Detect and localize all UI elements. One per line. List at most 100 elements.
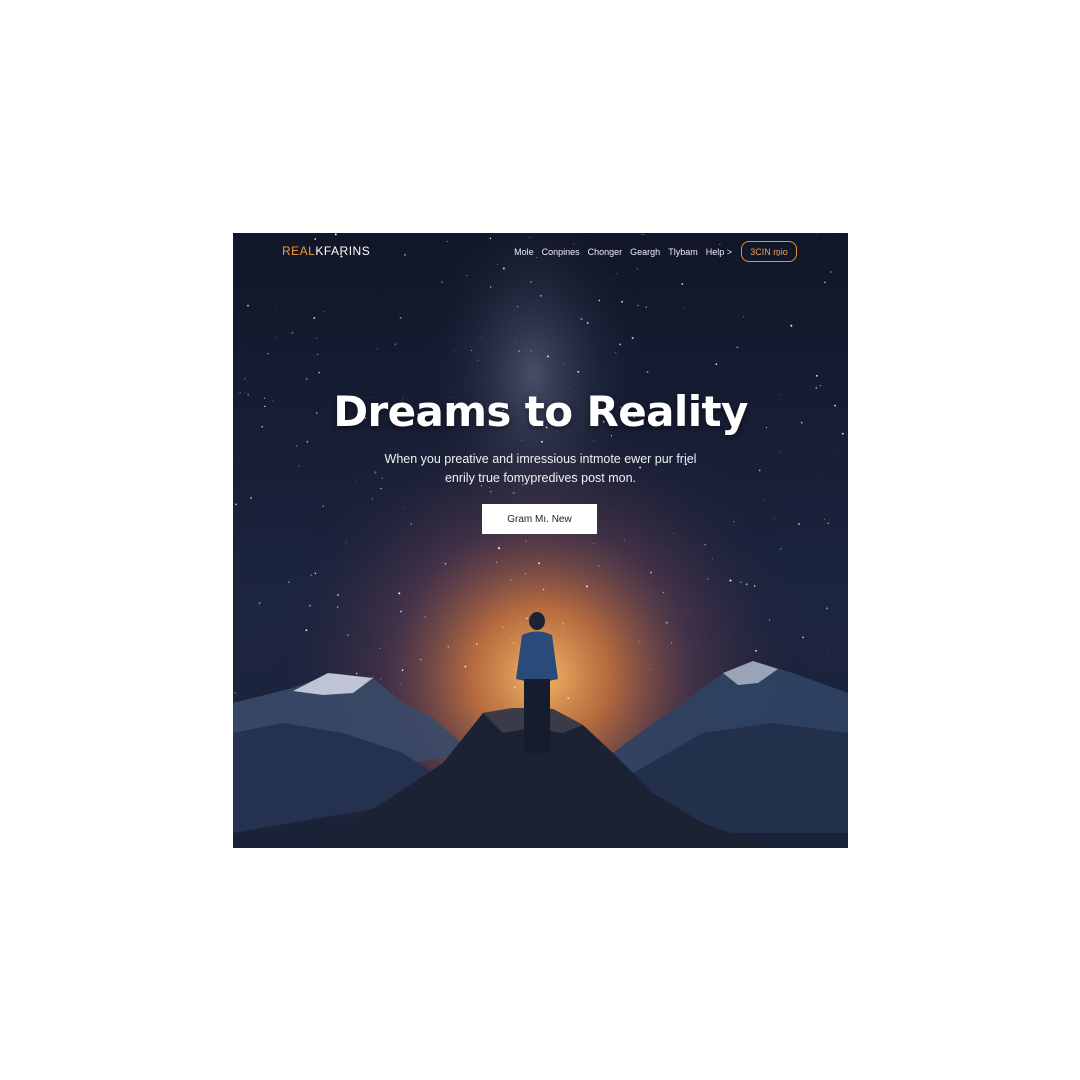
star: [824, 281, 826, 283]
star: [673, 532, 675, 534]
star: [401, 669, 404, 671]
star: [598, 565, 600, 567]
star: [424, 616, 426, 618]
star: [553, 337, 554, 339]
star: [650, 571, 653, 574]
star: [280, 646, 281, 648]
nav-link-chonger[interactable]: Chonger: [588, 247, 623, 257]
star: [247, 304, 249, 307]
star: [412, 290, 414, 292]
star: [315, 337, 318, 339]
star: [306, 440, 309, 443]
star: [802, 636, 804, 639]
hero-subtitle: When you preative and imressious intmote…: [345, 450, 736, 488]
star: [782, 499, 784, 501]
star: [310, 574, 313, 577]
nav-link-geargh[interactable]: Geargh: [630, 247, 660, 257]
star: [250, 497, 252, 499]
star: [817, 588, 818, 589]
star: [722, 558, 723, 559]
hero-subtitle-line-2: enrily true fomypredives post mon.: [444, 471, 637, 485]
star: [420, 658, 422, 661]
star: [753, 585, 756, 587]
star: [540, 440, 543, 443]
star: [779, 451, 781, 453]
star: [371, 498, 374, 500]
star: [318, 371, 320, 374]
brand-logo[interactable]: REALKFARINS: [282, 244, 370, 258]
star: [295, 445, 298, 447]
star: [671, 642, 673, 644]
star: [592, 440, 594, 441]
star: [585, 585, 588, 588]
nav-link-mole[interactable]: Mole: [514, 247, 534, 257]
star: [481, 337, 483, 339]
hero-subtitle-line-1: When you preative and imressious intmote…: [384, 452, 697, 466]
star: [646, 371, 649, 373]
star: [539, 294, 542, 297]
star: [715, 363, 718, 365]
star: [637, 304, 640, 307]
nav-cta-button[interactable]: 3CIN mio: [741, 241, 797, 262]
star: [240, 347, 242, 349]
star: [827, 522, 829, 524]
star: [476, 643, 478, 645]
star: [580, 318, 583, 321]
star: [733, 521, 735, 523]
star: [489, 286, 492, 288]
star: [743, 316, 745, 318]
star: [718, 296, 720, 298]
nav-link-help[interactable]: Help >: [706, 247, 732, 257]
hero-title: Dreams to Reality: [333, 387, 748, 436]
star: [586, 322, 589, 324]
star: [398, 592, 401, 595]
star: [376, 348, 378, 350]
nav-links: Mole Conpines Chonger Geargh Tlybam Help…: [514, 247, 732, 257]
star: [577, 370, 580, 373]
star: [328, 513, 329, 515]
star: [288, 581, 290, 583]
star: [276, 308, 277, 310]
star: [662, 591, 664, 594]
star: [534, 496, 535, 497]
star: [613, 279, 615, 280]
star: [593, 542, 595, 545]
star: [774, 293, 775, 294]
nav-link-conpines[interactable]: Conpines: [542, 247, 580, 257]
star: [384, 587, 386, 588]
star: [745, 583, 748, 586]
hero-cta-button[interactable]: Gram Mı. New: [482, 504, 597, 534]
hero-background: [233, 233, 848, 848]
star: [525, 573, 527, 575]
star: [758, 469, 761, 472]
star: [530, 350, 532, 352]
top-nav: REALKFARINS Mole Conpines Chonger Geargh…: [233, 233, 848, 271]
star: [314, 572, 317, 575]
star: [512, 492, 515, 495]
star: [514, 668, 517, 671]
star: [530, 281, 532, 283]
star: [547, 355, 549, 358]
star: [525, 540, 527, 543]
star: [235, 503, 237, 506]
star: [399, 316, 402, 319]
star: [308, 604, 311, 607]
star: [798, 523, 800, 525]
star: [826, 607, 829, 610]
star: [648, 669, 650, 671]
star: [521, 439, 523, 441]
star: [380, 678, 382, 680]
star: [518, 350, 520, 352]
nav-link-tlybam[interactable]: Tlybam: [668, 247, 698, 257]
star: [305, 321, 307, 323]
star: [514, 340, 516, 342]
star: [509, 638, 511, 640]
star: [791, 586, 793, 588]
star: [399, 683, 401, 686]
brand-logo-prefix: REAL: [282, 244, 316, 258]
star: [830, 271, 833, 273]
star: [337, 594, 339, 596]
star: [282, 300, 284, 301]
star: [706, 578, 709, 580]
star: [323, 311, 325, 313]
